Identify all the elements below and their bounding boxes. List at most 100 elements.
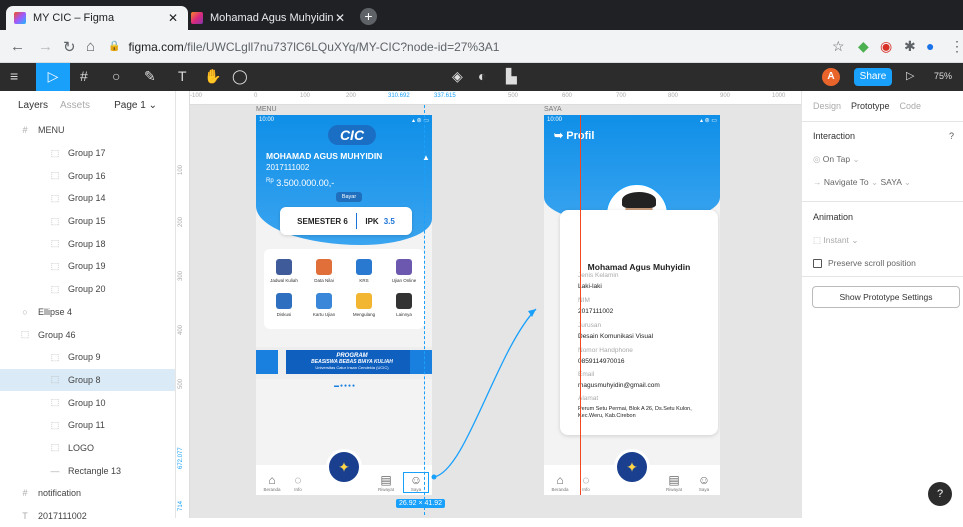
- canvas[interactable]: -100 0 100 200 310.692 337.615 500 600 700 800 900…: [176, 91, 801, 518]
- field-value: Desain Komunikasi Visual: [578, 333, 654, 340]
- layer-row[interactable]: ⬚ Group 14: [0, 187, 175, 210]
- frame-label-saya[interactable]: SAYA: [544, 106, 562, 113]
- nav-info[interactable]: ◌ Info: [574, 473, 598, 492]
- layer-row[interactable]: # MENU: [0, 119, 175, 142]
- tab-assets[interactable]: Assets: [60, 100, 90, 111]
- back-icon[interactable]: ←: [10, 38, 25, 55]
- layer-row[interactable]: ⬚ Group 15: [0, 210, 175, 233]
- layer-row[interactable]: ⬚ Group 20: [0, 278, 175, 301]
- layer-row[interactable]: ⬚ Group 16: [0, 164, 175, 187]
- scholarship-banner[interactable]: PROGRAM BEASISWA BEBAS BIAYA KULIAH Univ…: [256, 347, 432, 379]
- tab-prototype[interactable]: Prototype: [851, 101, 890, 111]
- animation-select[interactable]: ⬚ Instant ⌄: [802, 235, 963, 246]
- preserve-scroll-checkbox[interactable]: Preserve scroll position: [802, 258, 963, 269]
- text-tool-icon[interactable]: T: [178, 68, 187, 84]
- present-icon[interactable]: ▷: [906, 69, 914, 82]
- menu-item[interactable]: Ujian Online: [384, 259, 424, 283]
- zoom-level[interactable]: 75%: [934, 71, 952, 81]
- trigger-select[interactable]: ◎ On Tap ⌄: [802, 154, 963, 165]
- layer-row[interactable]: ⬚ Group 9: [0, 346, 175, 369]
- layer-row[interactable]: ○ Ellipse 4: [0, 301, 175, 324]
- share-button[interactable]: Share: [854, 68, 892, 86]
- nav-beranda[interactable]: ⌂ Beranda: [260, 473, 284, 492]
- extension-icon[interactable]: ◆: [858, 38, 869, 55]
- puzzle-icon[interactable]: ✱: [904, 38, 916, 55]
- comment-tool-icon[interactable]: ◯: [232, 68, 248, 85]
- move-tool-icon[interactable]: ▷: [36, 63, 70, 91]
- layer-row[interactable]: ⬚ Group 46: [0, 323, 175, 346]
- layer-row[interactable]: ⬚ LOGO: [0, 437, 175, 460]
- menu-item[interactable]: Diskusi: [264, 293, 304, 317]
- back-arrow-icon[interactable]: ➥: [554, 130, 563, 142]
- forward-icon[interactable]: →: [38, 38, 53, 55]
- contrast-icon[interactable]: ◐: [478, 68, 486, 84]
- destination-value[interactable]: SAYA: [880, 177, 901, 187]
- tab-code[interactable]: Code: [900, 101, 922, 111]
- layer-row[interactable]: ⬚ Group 19: [0, 255, 175, 278]
- component-icon[interactable]: ◈: [452, 68, 463, 85]
- menu-item[interactable]: KRS: [344, 259, 384, 283]
- divider: [355, 213, 358, 229]
- nav-label: Info: [582, 487, 590, 492]
- reload-icon[interactable]: ↻: [63, 38, 76, 56]
- discussion-icon: [276, 293, 292, 309]
- layer-row[interactable]: — Rectangle 13: [0, 459, 175, 482]
- cic-logo: CIC: [328, 125, 376, 145]
- menu-item[interactable]: Jadwal Kuliah: [264, 259, 304, 283]
- group-icon: ⬚: [20, 329, 30, 340]
- nav-info[interactable]: ◌ Info: [286, 473, 310, 492]
- close-icon[interactable]: ✕: [166, 11, 180, 25]
- avatar[interactable]: A: [822, 68, 840, 86]
- frame-saya[interactable]: 10:00 ▴ ⊚ ▭ ➥ Profil Mohamad Agus Muhyidi…: [544, 115, 720, 495]
- menu-item[interactable]: Mengulang: [344, 293, 384, 317]
- layer-row[interactable]: ⬚ Group 8: [0, 368, 175, 392]
- nav-riwayat[interactable]: ▤ Riwayat: [662, 473, 686, 492]
- kebab-menu-icon[interactable]: ⋮: [950, 38, 963, 55]
- pen-tool-icon[interactable]: ✎: [144, 68, 156, 85]
- menu-item[interactable]: Data Nilai: [304, 259, 344, 283]
- show-prototype-settings-button[interactable]: Show Prototype Settings: [812, 286, 960, 308]
- help-circle-icon[interactable]: ?: [949, 131, 954, 141]
- layer-row[interactable]: ⬚ Group 11: [0, 414, 175, 437]
- banner-prev: [256, 350, 278, 374]
- menu-item[interactable]: Lainnya: [384, 293, 424, 317]
- main-menu-icon[interactable]: ≡: [10, 68, 18, 84]
- nav-beranda[interactable]: ⌂ Beranda: [548, 473, 572, 492]
- tab-design[interactable]: Design: [813, 101, 841, 111]
- nav-saya[interactable]: ☺ Saya: [692, 473, 716, 492]
- page-selector[interactable]: Page 1 ⌄: [114, 100, 157, 111]
- menu-item[interactable]: Kartu Ujian: [304, 293, 344, 317]
- frame-label-menu[interactable]: MENU: [256, 106, 277, 113]
- shape-tool-icon[interactable]: ○: [112, 68, 120, 84]
- star-icon[interactable]: ☆: [832, 38, 845, 55]
- layer-row[interactable]: ⬚ Group 17: [0, 142, 175, 165]
- ipk-label: IPK: [365, 216, 379, 226]
- pay-button[interactable]: Bayar: [336, 192, 362, 202]
- fill-icon[interactable]: ▙: [506, 68, 517, 85]
- user-nim: 2017111002: [266, 163, 310, 172]
- profile-icon[interactable]: ●: [926, 38, 934, 54]
- ucic-logo-button[interactable]: ✦: [326, 449, 362, 485]
- home-icon[interactable]: ⌂: [86, 38, 95, 55]
- tab-figma[interactable]: MY CIC – Figma ✕: [6, 6, 188, 30]
- layer-row[interactable]: ⬚ Group 18: [0, 232, 175, 255]
- layer-row[interactable]: T 2017111002: [0, 505, 175, 527]
- frame-menu[interactable]: 10:00 ▴ ⊚ ▭ CIC MOHAMAD AGUS MUHYIDIN 201…: [256, 115, 432, 495]
- extension-icon[interactable]: ◉: [880, 38, 892, 55]
- help-button[interactable]: ?: [928, 482, 952, 506]
- tab-instagram[interactable]: Mohamad Agus Muhyidin (@m... ✕: [183, 6, 355, 30]
- ruler-tick: 700: [616, 93, 627, 99]
- hand-tool-icon[interactable]: ✋: [204, 68, 221, 85]
- nav-riwayat[interactable]: ▤ Riwayat: [374, 473, 398, 492]
- close-icon[interactable]: ✕: [333, 11, 347, 25]
- url-field[interactable]: 🔒 figma.com/file/UWCLgll7nu737lC6LQuXYq/…: [108, 35, 818, 58]
- frame-tool-icon[interactable]: #: [80, 68, 88, 84]
- tab-layers[interactable]: Layers: [18, 100, 48, 111]
- menu-item-label: Kartu Ujian: [312, 312, 336, 317]
- action-select[interactable]: → Navigate To ⌄ SAYA ⌄: [802, 177, 963, 188]
- new-tab-button[interactable]: +: [360, 8, 377, 25]
- ucic-logo-button[interactable]: ✦: [614, 449, 650, 485]
- prototype-connector[interactable]: [426, 291, 546, 491]
- layer-row[interactable]: ⬚ Group 10: [0, 391, 175, 414]
- layer-row[interactable]: # notification: [0, 482, 175, 505]
